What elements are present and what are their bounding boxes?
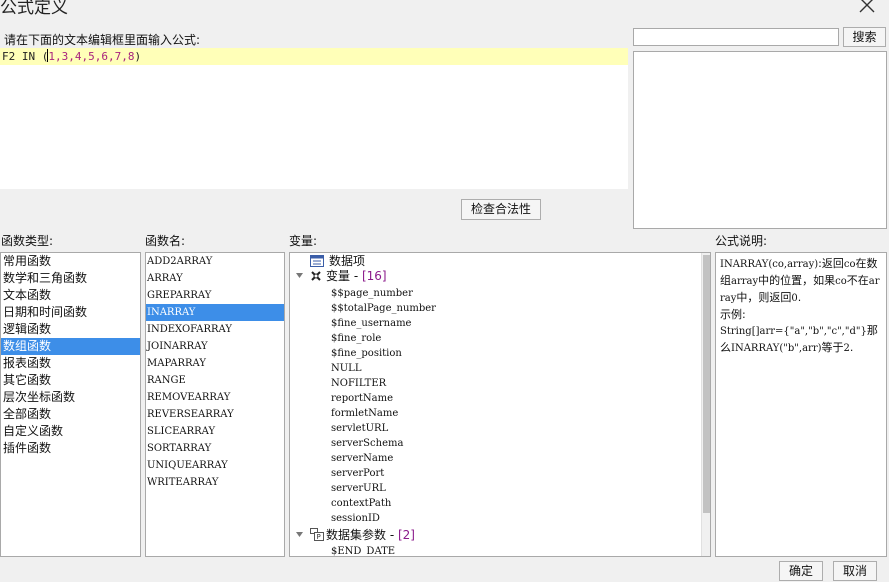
desc-code: co <box>835 276 847 287</box>
variable-item[interactable]: $fine_position <box>331 346 402 361</box>
variable-item[interactable]: NULL <box>331 361 361 376</box>
collapse-arrow-icon[interactable] <box>295 271 304 280</box>
search-input[interactable] <box>633 28 839 46</box>
check-validity-button[interactable]: 检查合法性 <box>461 199 541 220</box>
variable-item[interactable]: $$page_number <box>331 286 413 301</box>
function-type-item[interactable]: 自定义函数 <box>1 423 140 440</box>
svg-text:P: P <box>317 533 321 541</box>
tree-node-dataset-params[interactable]: P 数据集参数 - [2] <box>295 528 415 543</box>
variable-item[interactable]: $fine_username <box>331 316 411 331</box>
scrollbar-thumb[interactable] <box>703 255 710 513</box>
function-name-item[interactable]: GREPARRAY <box>146 287 284 304</box>
cancel-button[interactable]: 取消 <box>833 561 877 581</box>
function-type-item[interactable]: 插件函数 <box>1 440 140 457</box>
variable-icon <box>311 271 321 281</box>
variable-item[interactable]: $fine_role <box>331 331 381 346</box>
formula-editor[interactable]: F2 IN (1,3,4,5,6,7,8) <box>0 48 628 189</box>
function-name-item[interactable]: WRITEARRAY <box>146 474 284 491</box>
variable-item[interactable]: NOFILTER <box>331 376 386 391</box>
variables-label: 变量: <box>289 234 318 248</box>
function-name-item[interactable]: RANGE <box>146 372 284 389</box>
function-name-item[interactable]: JOINARRAY <box>146 338 284 355</box>
function-type-item[interactable]: 数组函数 <box>1 338 140 355</box>
function-name-item[interactable]: REMOVEARRAY <box>146 389 284 406</box>
function-type-item[interactable]: 层次坐标函数 <box>1 389 140 406</box>
tree-node-data-item[interactable]: 数据项 <box>310 254 365 269</box>
formula-args: 1,3,4,5,6,7,8 <box>48 50 135 63</box>
function-names-label: 函数名: <box>145 234 186 248</box>
function-names-list[interactable]: ADD2ARRAY ARRAY GREPARRAY INARRAY INDEXOFARR… <box>145 252 285 557</box>
tree-node-count: [2] <box>397 528 415 542</box>
desc-example-code: String[]arr={"a","b","c","d"} <box>720 326 867 337</box>
function-type-item[interactable]: 常用函数 <box>1 253 140 270</box>
dialog-title: 公式定义 <box>0 0 68 18</box>
variables-scrollbar[interactable] <box>701 253 710 556</box>
desc-example-label: 示例: <box>720 308 746 321</box>
function-name-item[interactable]: REVERSEARRAY <box>146 406 284 423</box>
desc-text: 中的位置，如果 <box>758 274 836 287</box>
formula-description: INARRAY(co,array):返回co在数组array中的位置，如果co不… <box>715 252 887 557</box>
function-name-item[interactable]: ADD2ARRAY <box>146 253 284 270</box>
variables-tree[interactable]: 数据项 变量 - [16] $$page_number $$totalPage_num… <box>289 252 711 557</box>
table-icon <box>310 255 324 267</box>
variable-item[interactable]: sessionID <box>331 511 380 526</box>
desc-code: array <box>731 276 759 287</box>
desc-text: . <box>849 341 854 354</box>
function-name-item[interactable]: INARRAY <box>146 304 284 321</box>
function-name-item[interactable]: MAPARRAY <box>146 355 284 372</box>
variable-item[interactable]: serverName <box>331 451 393 466</box>
desc-signature: INARRAY(co,array) <box>720 259 819 270</box>
editor-label: 请在下面的文本编辑框里面输入公式: <box>4 33 201 47</box>
dataset-params-icon: P <box>310 528 324 541</box>
search-results[interactable] <box>633 51 887 229</box>
search-button[interactable]: 搜索 <box>843 27 886 47</box>
desc-text: :返回 <box>818 257 844 270</box>
formula-text: F2 IN (1,3,4,5,6,7,8) <box>2 49 141 63</box>
function-types-label: 函数类型: <box>1 234 54 248</box>
function-name-item[interactable]: UNIQUEARRAY <box>146 457 284 474</box>
desc-code: co <box>843 259 856 270</box>
desc-text: . <box>797 291 802 304</box>
function-type-item[interactable]: 其它函数 <box>1 372 140 389</box>
collapse-arrow-icon[interactable] <box>295 530 304 539</box>
close-icon[interactable] <box>856 0 878 16</box>
formula-prefix: F2 IN ( <box>2 50 49 63</box>
ok-button[interactable]: 确定 <box>779 561 823 581</box>
function-type-item[interactable]: 逻辑函数 <box>1 321 140 338</box>
tree-node-label: 数据项 <box>329 254 366 268</box>
variable-item[interactable]: contextPath <box>331 496 391 511</box>
tree-node-sep: - <box>386 528 398 542</box>
tree-node-variables[interactable]: 变量 - [16] <box>295 269 387 284</box>
function-type-item[interactable]: 全部函数 <box>1 406 140 423</box>
function-name-item[interactable]: SORTARRAY <box>146 440 284 457</box>
variable-item[interactable]: serverURL <box>331 481 386 496</box>
variable-item[interactable]: $$totalPage_number <box>331 301 436 316</box>
function-type-item[interactable]: 数学和三角函数 <box>1 270 140 287</box>
variable-item[interactable]: servletURL <box>331 421 388 436</box>
function-name-item[interactable]: INDEXOFARRAY <box>146 321 284 338</box>
function-type-item[interactable]: 文本函数 <box>1 287 140 304</box>
function-types-list[interactable]: 常用函数 数学和三角函数 文本函数 日期和时间函数 逻辑函数 数组函数 报表函数 其它函数 层次… <box>0 252 141 557</box>
description-label: 公式说明: <box>715 234 768 248</box>
desc-text: 中，则返回 <box>736 291 792 304</box>
variable-item[interactable]: serverPort <box>331 466 384 481</box>
variable-item[interactable]: serverSchema <box>331 436 403 451</box>
desc-example-code: INARRAY("b",arr) <box>731 343 822 354</box>
desc-text: 等于 <box>821 341 844 354</box>
desc-text: 不在 <box>846 274 869 287</box>
tree-node-count: [16] <box>361 269 387 283</box>
variable-item[interactable]: reportName <box>331 391 393 406</box>
tree-node-label: 数据集参数 <box>326 528 387 542</box>
function-name-item[interactable]: ARRAY <box>146 270 284 287</box>
variable-item[interactable]: formletName <box>331 406 398 421</box>
dataset-param-item[interactable]: $END_DATE <box>331 544 395 556</box>
tree-node-label: 变量 <box>326 269 351 283</box>
function-type-item[interactable]: 报表函数 <box>1 355 140 372</box>
tree-node-sep: - <box>350 269 362 283</box>
function-type-item[interactable]: 日期和时间函数 <box>1 304 140 321</box>
function-name-item[interactable]: SLICEARRAY <box>146 423 284 440</box>
formula-suffix: ) <box>134 50 142 63</box>
